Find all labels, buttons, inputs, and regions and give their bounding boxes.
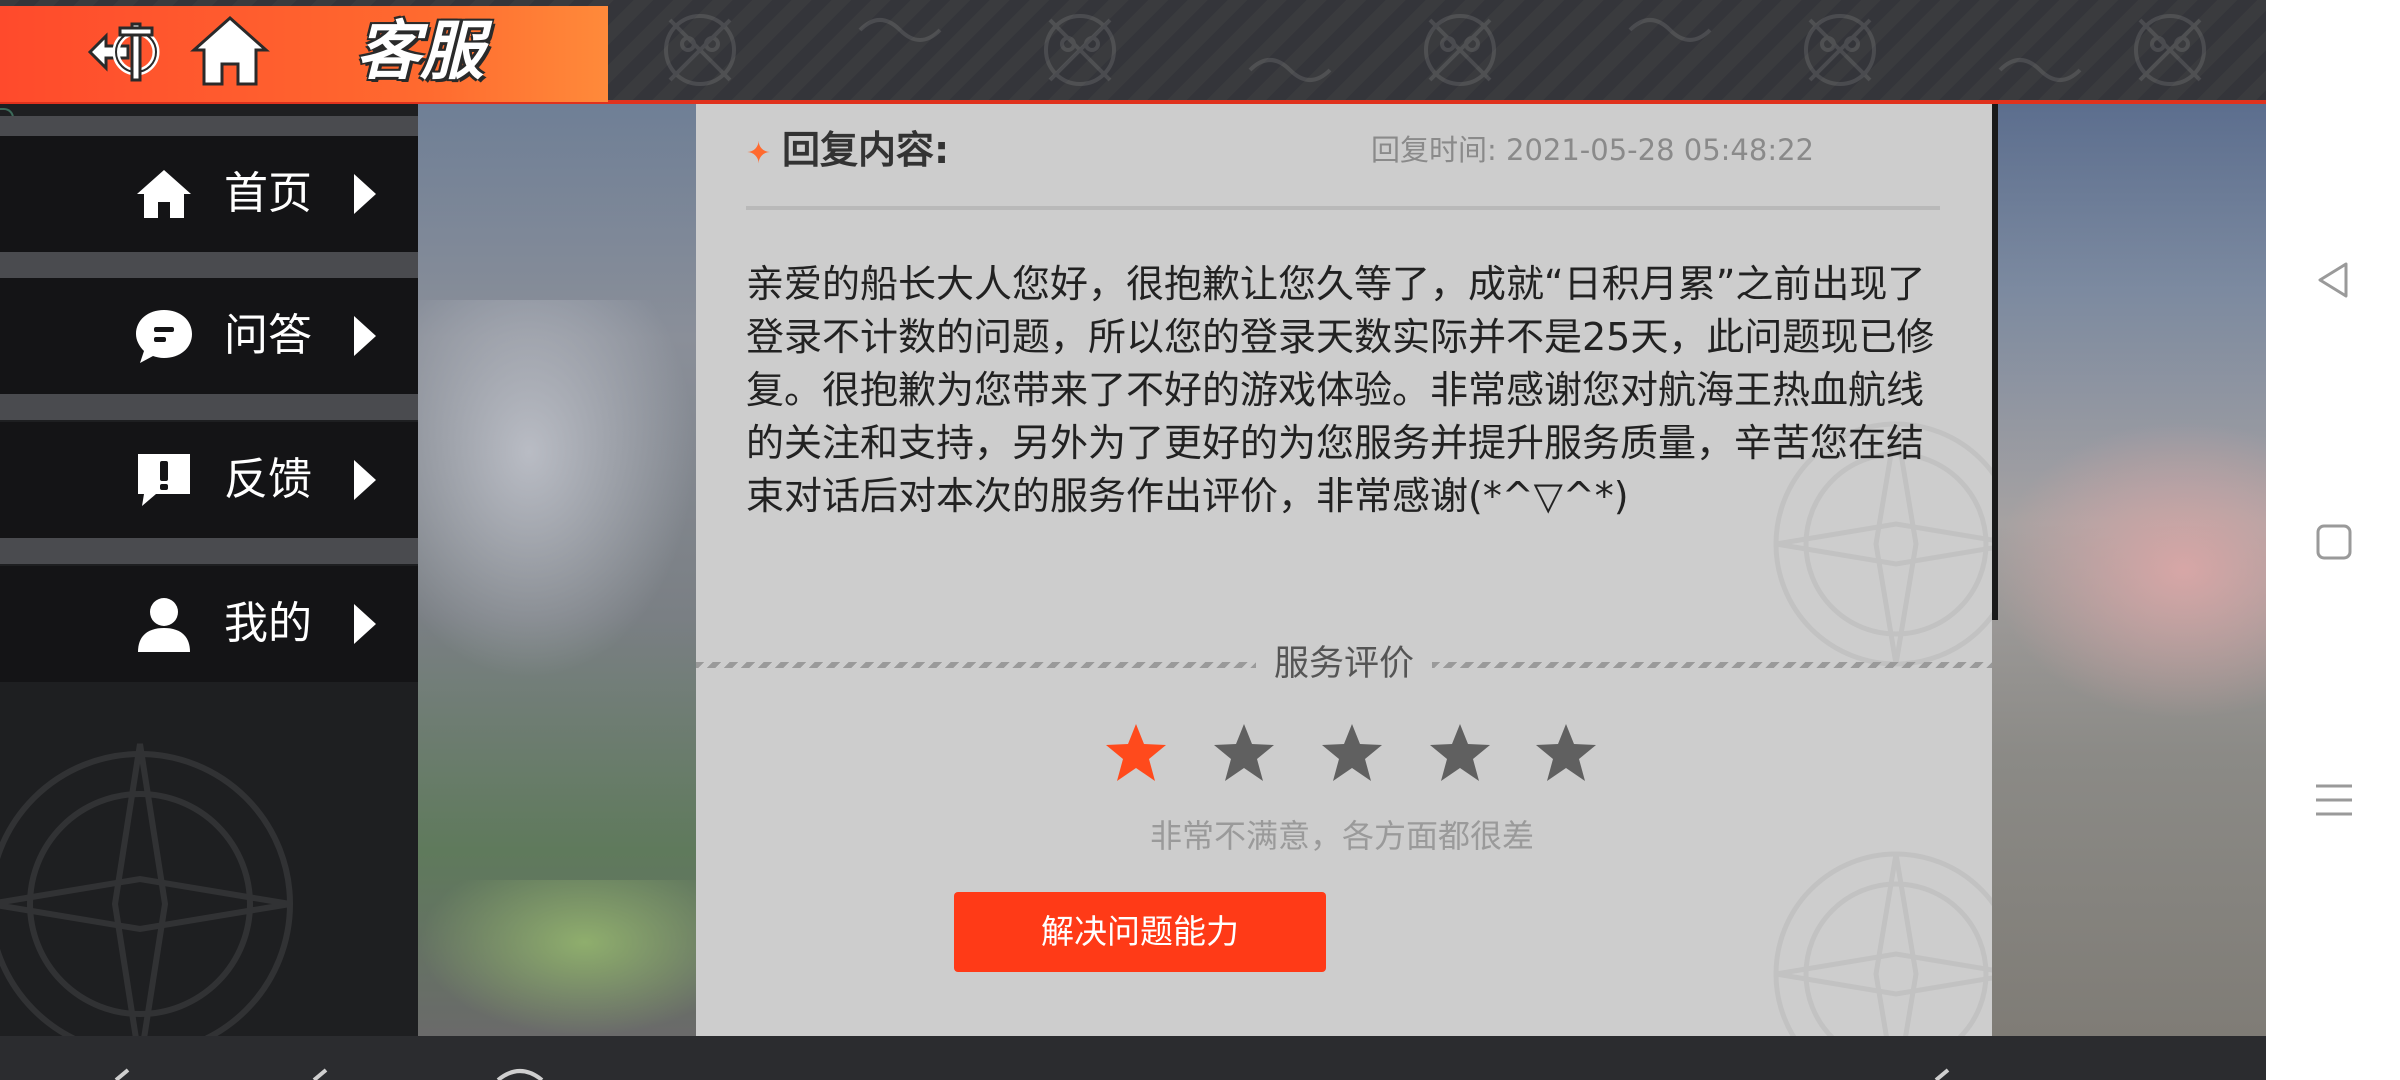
compass-decoration <box>1773 851 1992 1036</box>
problem-solving-tag-button[interactable]: 解决问题能力 <box>954 892 1326 972</box>
top-bar: 客服 <box>0 0 2266 104</box>
rating-description: 非常不满意，各方面都很差 <box>1149 817 1534 855</box>
sidebar-item-label: 问答 <box>224 310 312 361</box>
nav-back-icon[interactable] <box>2310 256 2358 304</box>
chevron-right-icon <box>354 460 376 500</box>
chat-bubble-icon <box>136 310 192 363</box>
bottom-bar-icon <box>496 1069 544 1080</box>
bottom-bar-icon <box>114 1068 130 1080</box>
sidebar-item-mine[interactable]: 我的 <box>0 566 418 682</box>
section-divider <box>696 662 1256 668</box>
evaluation-title: 服务评价 <box>1273 644 1414 684</box>
reply-message: 亲爱的船长大人您好，很抱歉让您久等了，成就“日积月累”之前出现了登录不计数的问题… <box>746 262 1935 518</box>
nav-separator <box>0 394 418 420</box>
sidebar-item-label: 我的 <box>224 598 312 649</box>
nav-separator <box>0 252 418 278</box>
chevron-right-icon <box>354 174 376 214</box>
chevron-right-icon <box>354 316 376 356</box>
blurred-background-highlight <box>1992 420 2266 720</box>
reply-panel <box>696 104 1992 1036</box>
bottom-bar-icon <box>1934 1068 1950 1080</box>
reply-timestamp: 回复时间: 2021-05-28 05:48:22 <box>1371 133 1814 167</box>
rating-star-3[interactable] <box>1320 722 1384 784</box>
bottom-bar-icon <box>312 1068 328 1080</box>
home-icon[interactable] <box>190 12 270 92</box>
chevron-right-icon <box>354 604 376 644</box>
section-divider <box>1432 662 1992 668</box>
blurred-background-highlight <box>418 300 696 680</box>
sidebar-item-feedback[interactable]: 反馈 <box>0 422 418 538</box>
panel-edge-shadow <box>1992 104 1998 620</box>
reply-title: 回复内容: <box>782 128 950 172</box>
sparkle-icon: ✦ <box>746 136 772 171</box>
blurred-background-highlight <box>418 880 696 1036</box>
nav-menu-icon[interactable] <box>2310 776 2358 824</box>
game-screen: 客服 首页 问答 反馈 我的 ✦ 回复内容: 回复时间: 2021-05-28 … <box>0 0 2266 1080</box>
nav-home-icon[interactable] <box>2310 518 2358 566</box>
compass-decoration <box>0 743 293 1065</box>
skull-pattern-decoration <box>664 14 2206 86</box>
rating-star-5[interactable] <box>1534 722 1598 784</box>
page-title: 客服 <box>356 15 484 89</box>
sidebar-item-label: 反馈 <box>224 454 312 505</box>
nav-separator <box>0 538 418 564</box>
sidebar-item-label: 首页 <box>224 168 312 219</box>
anchor-back-icon[interactable] <box>84 14 166 90</box>
user-icon <box>138 598 190 652</box>
exclamation-bubble-icon <box>138 454 190 506</box>
divider <box>746 206 1940 210</box>
sidebar-item-home[interactable]: 首页 <box>0 136 418 252</box>
home-icon <box>137 170 191 218</box>
rating-star-1[interactable] <box>1104 722 1168 784</box>
rating-star-2[interactable] <box>1212 722 1276 784</box>
sidebar-item-qa[interactable]: 问答 <box>0 278 418 394</box>
rating-star-4[interactable] <box>1428 722 1492 784</box>
